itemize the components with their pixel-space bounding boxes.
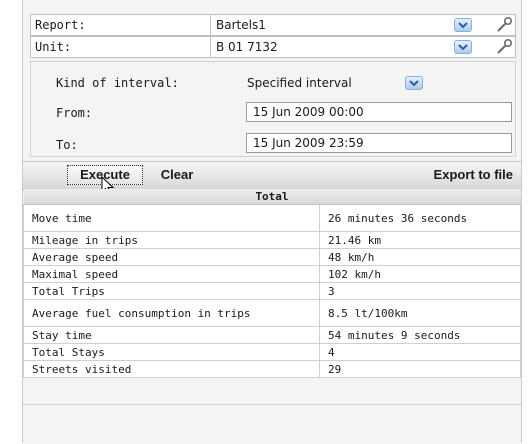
row-value: 4 <box>319 343 521 361</box>
interval-panel: Kind of interval: Specified interval Fro… <box>30 61 516 157</box>
unit-label: Unit: <box>31 37 211 57</box>
table-row: Streets visited 29 <box>23 360 521 378</box>
report-select[interactable]: Bartels1 <box>216 15 446 35</box>
unit-wrench-icon[interactable] <box>495 38 513 56</box>
row-label: Average speed <box>23 248 320 266</box>
table-row: Stay time 54 minutes 9 seconds <box>23 326 521 344</box>
table-row: Maximal speed 102 km/h <box>23 265 521 283</box>
unit-row: Unit: B 01 7132 <box>30 36 516 58</box>
action-toolbar: Execute Clear Export to file <box>23 161 521 190</box>
row-value: 3 <box>319 282 521 300</box>
kind-of-interval-label: Kind of interval: <box>56 76 179 90</box>
to-date-input[interactable]: 15 Jun 2009 23:59 <box>246 133 512 153</box>
row-label: Total Trips <box>23 282 320 300</box>
row-label: Total Stays <box>23 343 320 361</box>
row-value: 21.46 km <box>319 231 521 249</box>
row-label: Maximal speed <box>23 265 320 283</box>
table-row: Total Stays 4 <box>23 343 521 361</box>
row-label: Stay time <box>23 326 320 344</box>
row-value: 102 km/h <box>319 265 521 283</box>
empty-footer-area <box>23 404 521 444</box>
interval-kind-select[interactable]: Specified interval <box>247 74 352 92</box>
report-panel: Report: Bartels1 Unit: B 01 7132 Kind of… <box>22 0 522 444</box>
report-row: Report: Bartels1 <box>30 14 516 36</box>
results-table: Total Move time 26 minutes 36 seconds Mi… <box>23 189 521 378</box>
row-value: 29 <box>319 360 521 378</box>
from-date-input[interactable]: 15 Jun 2009 00:00 <box>246 102 512 122</box>
report-wrench-icon[interactable] <box>495 16 513 34</box>
table-row: Move time 26 minutes 36 seconds <box>23 204 521 232</box>
row-label: Mileage in trips <box>23 231 320 249</box>
unit-dropdown-chevron-down-icon[interactable] <box>454 40 472 54</box>
to-label: To: <box>56 138 78 152</box>
row-value: 8.5 lt/100km <box>319 299 521 327</box>
row-value: 54 minutes 9 seconds <box>319 326 521 344</box>
report-label: Report: <box>31 15 211 35</box>
row-label: Streets visited <box>23 360 320 378</box>
clear-button[interactable]: Clear <box>155 165 199 185</box>
results-header: Total <box>23 189 521 205</box>
table-row: Average fuel consumption in trips 8.5 lt… <box>23 299 521 327</box>
interval-kind-chevron-down-icon[interactable] <box>405 76 423 90</box>
from-label: From: <box>56 106 93 120</box>
report-dropdown-chevron-down-icon[interactable] <box>454 18 472 32</box>
table-row: Average speed 48 km/h <box>23 248 521 266</box>
row-label: Move time <box>23 204 320 232</box>
table-row: Mileage in trips 21.46 km <box>23 231 521 249</box>
export-to-file-button[interactable]: Export to file <box>405 165 513 185</box>
row-value: 48 km/h <box>319 248 521 266</box>
table-row: Total Trips 3 <box>23 282 521 300</box>
row-label: Average fuel consumption in trips <box>23 299 320 327</box>
unit-select[interactable]: B 01 7132 <box>216 37 446 57</box>
row-value: 26 minutes 36 seconds <box>319 204 521 232</box>
